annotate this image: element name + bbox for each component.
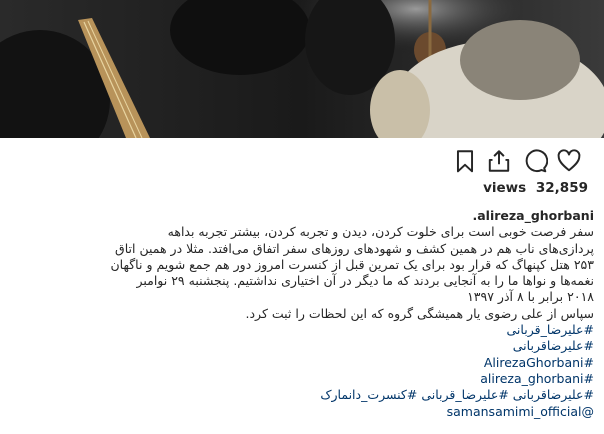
caption-line: سپاس از علی رضوی یار همیشگی گروه که این … [245, 305, 594, 321]
comment-icon[interactable] [522, 148, 549, 174]
caption-line: نغمه‌ها و نواها ما را به آنجایی بردند که… [136, 273, 594, 289]
views-number: 32,859 [535, 180, 588, 196]
hashtag-link[interactable]: #alireza_ghorbani [4, 371, 594, 387]
caption-line: ۲۵۳ هتل کپنهاگ که قرار بود برای یک تمرین… [110, 256, 594, 272]
hashtag-link[interactable]: #AlirezaGhorbani [4, 355, 594, 371]
post-caption: alireza_ghorbani. سفر فرصت خوبی است برای… [4, 208, 594, 420]
views-label: views [483, 180, 527, 196]
bookmark-icon[interactable] [452, 148, 478, 174]
views-count: views 32,859 [483, 180, 588, 196]
hashtag-link[interactable]: #علیرضاقربانی #علیرضا_قربانی #کنسرت_دانم… [4, 387, 594, 403]
hashtag-link[interactable]: #علیرضاقربانی [4, 338, 594, 354]
hashtag-link[interactable]: #علیرضا_قربانی [4, 322, 594, 338]
caption-username[interactable]: alireza_ghorbani. [4, 208, 594, 224]
caption-line: سفر فرصت خوبی است برای خلوت کردن، دیدن و… [167, 224, 594, 240]
musicians-rehearsal-image [0, 0, 604, 138]
caption-line: پردازی‌های ناب هم در همین کشف و شهودهای … [115, 240, 594, 256]
caption-line: ۲۰۱۸ برابر با ۸ آذر ۱۳۹۷ [467, 289, 594, 305]
post-action-bar [0, 138, 604, 184]
share-icon[interactable] [486, 148, 512, 174]
mention-link[interactable]: @samansamimi_official [4, 404, 594, 420]
heart-icon[interactable] [556, 148, 582, 174]
post-video[interactable] [0, 0, 604, 138]
